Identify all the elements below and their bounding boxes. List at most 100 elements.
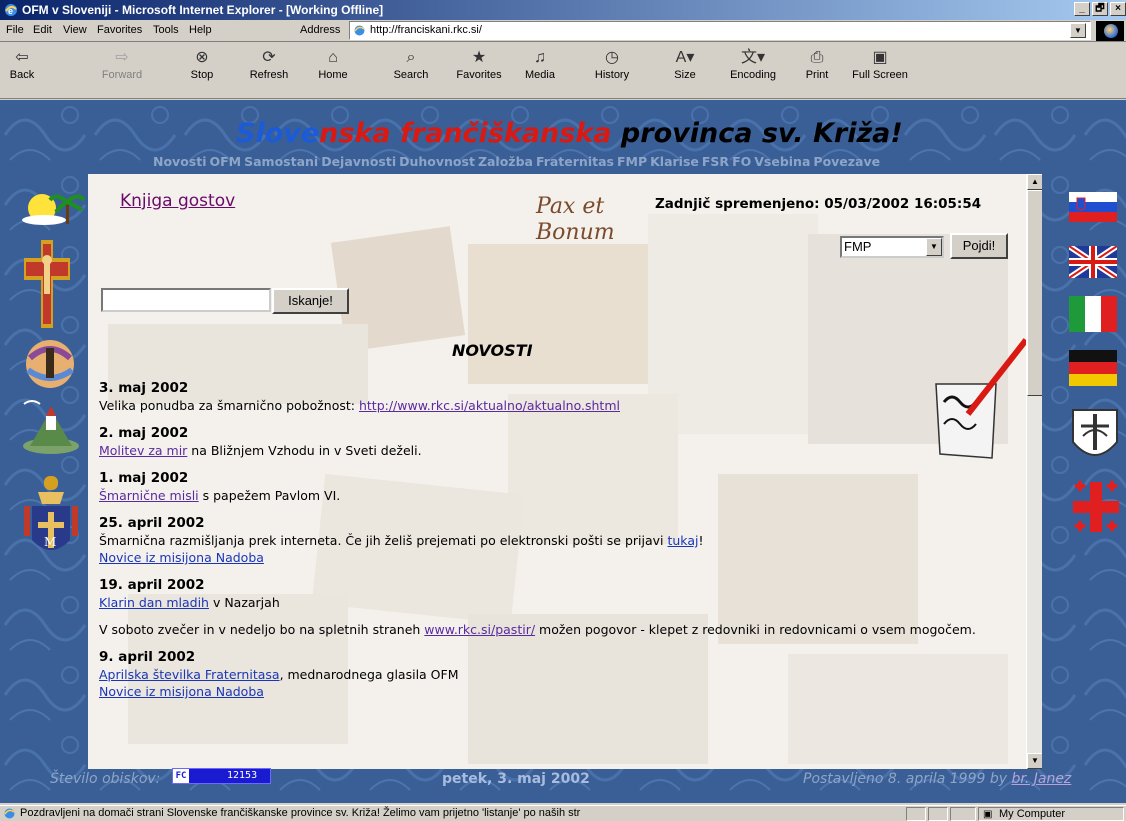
papal-coat-of-arms-icon[interactable]: M [22, 474, 80, 564]
print-icon: ⎙ [810, 49, 824, 66]
refresh-icon: ⟳ [262, 49, 276, 66]
visit-counter: FC 12153 [172, 768, 271, 784]
nav-povezave[interactable]: Povezave [813, 154, 880, 169]
slovenian-flag-icon[interactable] [1069, 192, 1117, 222]
menu-file[interactable]: File [6, 24, 24, 36]
nav-fo[interactable]: FO [732, 154, 751, 169]
full-screen-button[interactable]: ▣ Full Screen [842, 47, 918, 81]
scroll-up-button[interactable]: ▲ [1027, 174, 1042, 190]
footer-date: petek, 3. maj 2002 [442, 771, 590, 787]
menu-view[interactable]: View [63, 24, 87, 36]
nav-dejavnosti[interactable]: Dejavnosti [321, 154, 396, 169]
nav-klarise[interactable]: Klarise [650, 154, 699, 169]
forward-button[interactable]: ⇨ Forward [98, 47, 146, 81]
uk-flag-icon[interactable] [1069, 246, 1117, 278]
news-link[interactable]: www.rkc.si/pastir/ [424, 622, 535, 637]
back-button[interactable]: ⇦ Back [2, 47, 42, 81]
stop-icon: ⊗ [195, 49, 209, 66]
news-link[interactable]: http://www.rkc.si/aktualno/aktualno.shtm… [359, 398, 620, 413]
news-date: 1. maj 2002 [99, 470, 189, 486]
go-button[interactable]: Pojdi! [950, 233, 1008, 259]
home-button[interactable]: ⌂ Home [307, 47, 359, 81]
print-button[interactable]: ⎙ Print [796, 47, 838, 81]
minimize-button[interactable]: _ [1074, 2, 1090, 16]
windows-logo-throbber [1096, 21, 1124, 41]
close-button[interactable]: × [1110, 2, 1126, 16]
address-dropdown-button[interactable]: ▼ [1070, 23, 1086, 38]
pax-et-bonum-logo: Pax et Bonum [536, 194, 615, 245]
pilgrim-church-hill-icon[interactable] [20, 396, 82, 456]
news-date: 9. april 2002 [99, 649, 196, 665]
nav-vsebina[interactable]: Vsebina [754, 154, 810, 169]
window-title-bar[interactable]: e OFM v Sloveniji - Microsoft Internet E… [0, 0, 1126, 20]
media-button[interactable]: ♫ Media [514, 47, 566, 81]
news-item: 2. maj 2002 Molitev za mir na Bližnjem V… [99, 425, 1029, 459]
stop-button[interactable]: ⊗ Stop [176, 47, 228, 81]
island-palm-icon[interactable] [20, 190, 86, 228]
nav-ofm[interactable]: OFM [210, 154, 242, 169]
san-damiano-cross-icon[interactable] [22, 238, 72, 330]
author-link[interactable]: br. Janez [1011, 771, 1071, 787]
nav-zalozba[interactable]: Založba [478, 154, 533, 169]
search-submit-button[interactable]: Iskanje! [272, 288, 349, 314]
news-link[interactable]: Šmarnične misli [99, 488, 199, 503]
size-button[interactable]: A▾ Size [660, 47, 710, 81]
favorites-button[interactable]: ★ Favorites [444, 47, 514, 81]
news-link[interactable]: Aprilska številka Fraternitasa [99, 667, 280, 682]
news-link[interactable]: tukaj [667, 533, 698, 548]
home-icon: ⌂ [328, 49, 338, 66]
news-link[interactable]: Klarin dan mladih [99, 595, 209, 610]
security-zone: ▣ My Computer [978, 807, 1124, 821]
news-link[interactable]: Molitev za mir [99, 443, 187, 458]
computer-icon: ▣ [983, 809, 993, 820]
section-heading: NOVOSTI [452, 341, 533, 360]
history-button[interactable]: ◷ History [582, 47, 642, 81]
menu-favorites[interactable]: Favorites [97, 24, 142, 36]
italian-flag-icon[interactable] [1069, 296, 1117, 332]
svg-text:M: M [44, 535, 56, 549]
menu-help[interactable]: Help [189, 24, 212, 36]
news-item: 19. april 2002 Klarin dan mladih v Nazar… [99, 577, 1029, 638]
menu-tools[interactable]: Tools [153, 24, 179, 36]
search-input[interactable] [101, 288, 271, 312]
news-link[interactable]: Novice iz misijona Nadoba [99, 684, 264, 699]
franciscan-shield-icon[interactable] [1069, 406, 1121, 468]
scroll-thumb[interactable] [1027, 190, 1042, 396]
visit-counter-label: Število obiskov: [50, 771, 161, 787]
scroll-down-button[interactable]: ▼ [1027, 753, 1042, 769]
status-pane [906, 807, 926, 821]
news-list: 3. maj 2002 Velika ponudba za šmarnično … [99, 380, 1029, 711]
counter-logo-icon: FC [173, 769, 189, 783]
jerusalem-cross-icon[interactable] [1071, 480, 1121, 534]
news-date: 3. maj 2002 [99, 380, 189, 396]
encoding-button[interactable]: 文▾ Encoding [718, 47, 788, 81]
nav-fmp[interactable]: FMP [617, 154, 647, 169]
menu-edit[interactable]: Edit [33, 24, 52, 36]
page-status-icon [4, 808, 15, 819]
nav-fraternitas[interactable]: Fraternitas [536, 154, 614, 169]
news-item: 25. april 2002 Šmarnična razmišljanja pr… [99, 515, 1029, 566]
nav-novosti[interactable]: Novosti [153, 154, 207, 169]
address-input[interactable]: http://franciskani.rkc.si/ [349, 21, 1091, 40]
footer-posted: Postavljeno 8. aprila 1999 by br. Janez [803, 771, 1072, 787]
svg-text:e: e [8, 6, 13, 16]
status-pane [928, 807, 948, 821]
address-url: http://franciskani.rkc.si/ [370, 24, 482, 36]
maximize-button[interactable]: 🗗 [1092, 2, 1108, 16]
content-scrollbar[interactable]: ▲ ▼ [1026, 174, 1042, 769]
german-flag-icon[interactable] [1069, 350, 1117, 386]
section-select[interactable]: FMP ▼ [840, 236, 944, 258]
internet-explorer-icon: e [5, 4, 17, 16]
guestbook-link[interactable]: Knjiga gostov [120, 191, 235, 211]
search-button[interactable]: ⌕ Search [383, 47, 439, 81]
back-arrow-icon: ⇦ [15, 49, 29, 66]
top-navigation: Novosti OFM Samostani Dejavnosti Duhovnost Za… [153, 154, 883, 169]
nav-fsr[interactable]: FSR [702, 154, 729, 169]
full-screen-icon: ▣ [872, 49, 888, 66]
news-link[interactable]: Novice iz misijona Nadoba [99, 550, 264, 565]
history-icon: ◷ [605, 49, 619, 66]
refresh-button[interactable]: ⟳ Refresh [241, 47, 297, 81]
tau-globe-icon[interactable] [20, 338, 80, 390]
nav-duhovnost[interactable]: Duhovnost [399, 154, 475, 169]
nav-samostani[interactable]: Samostani [244, 154, 318, 169]
